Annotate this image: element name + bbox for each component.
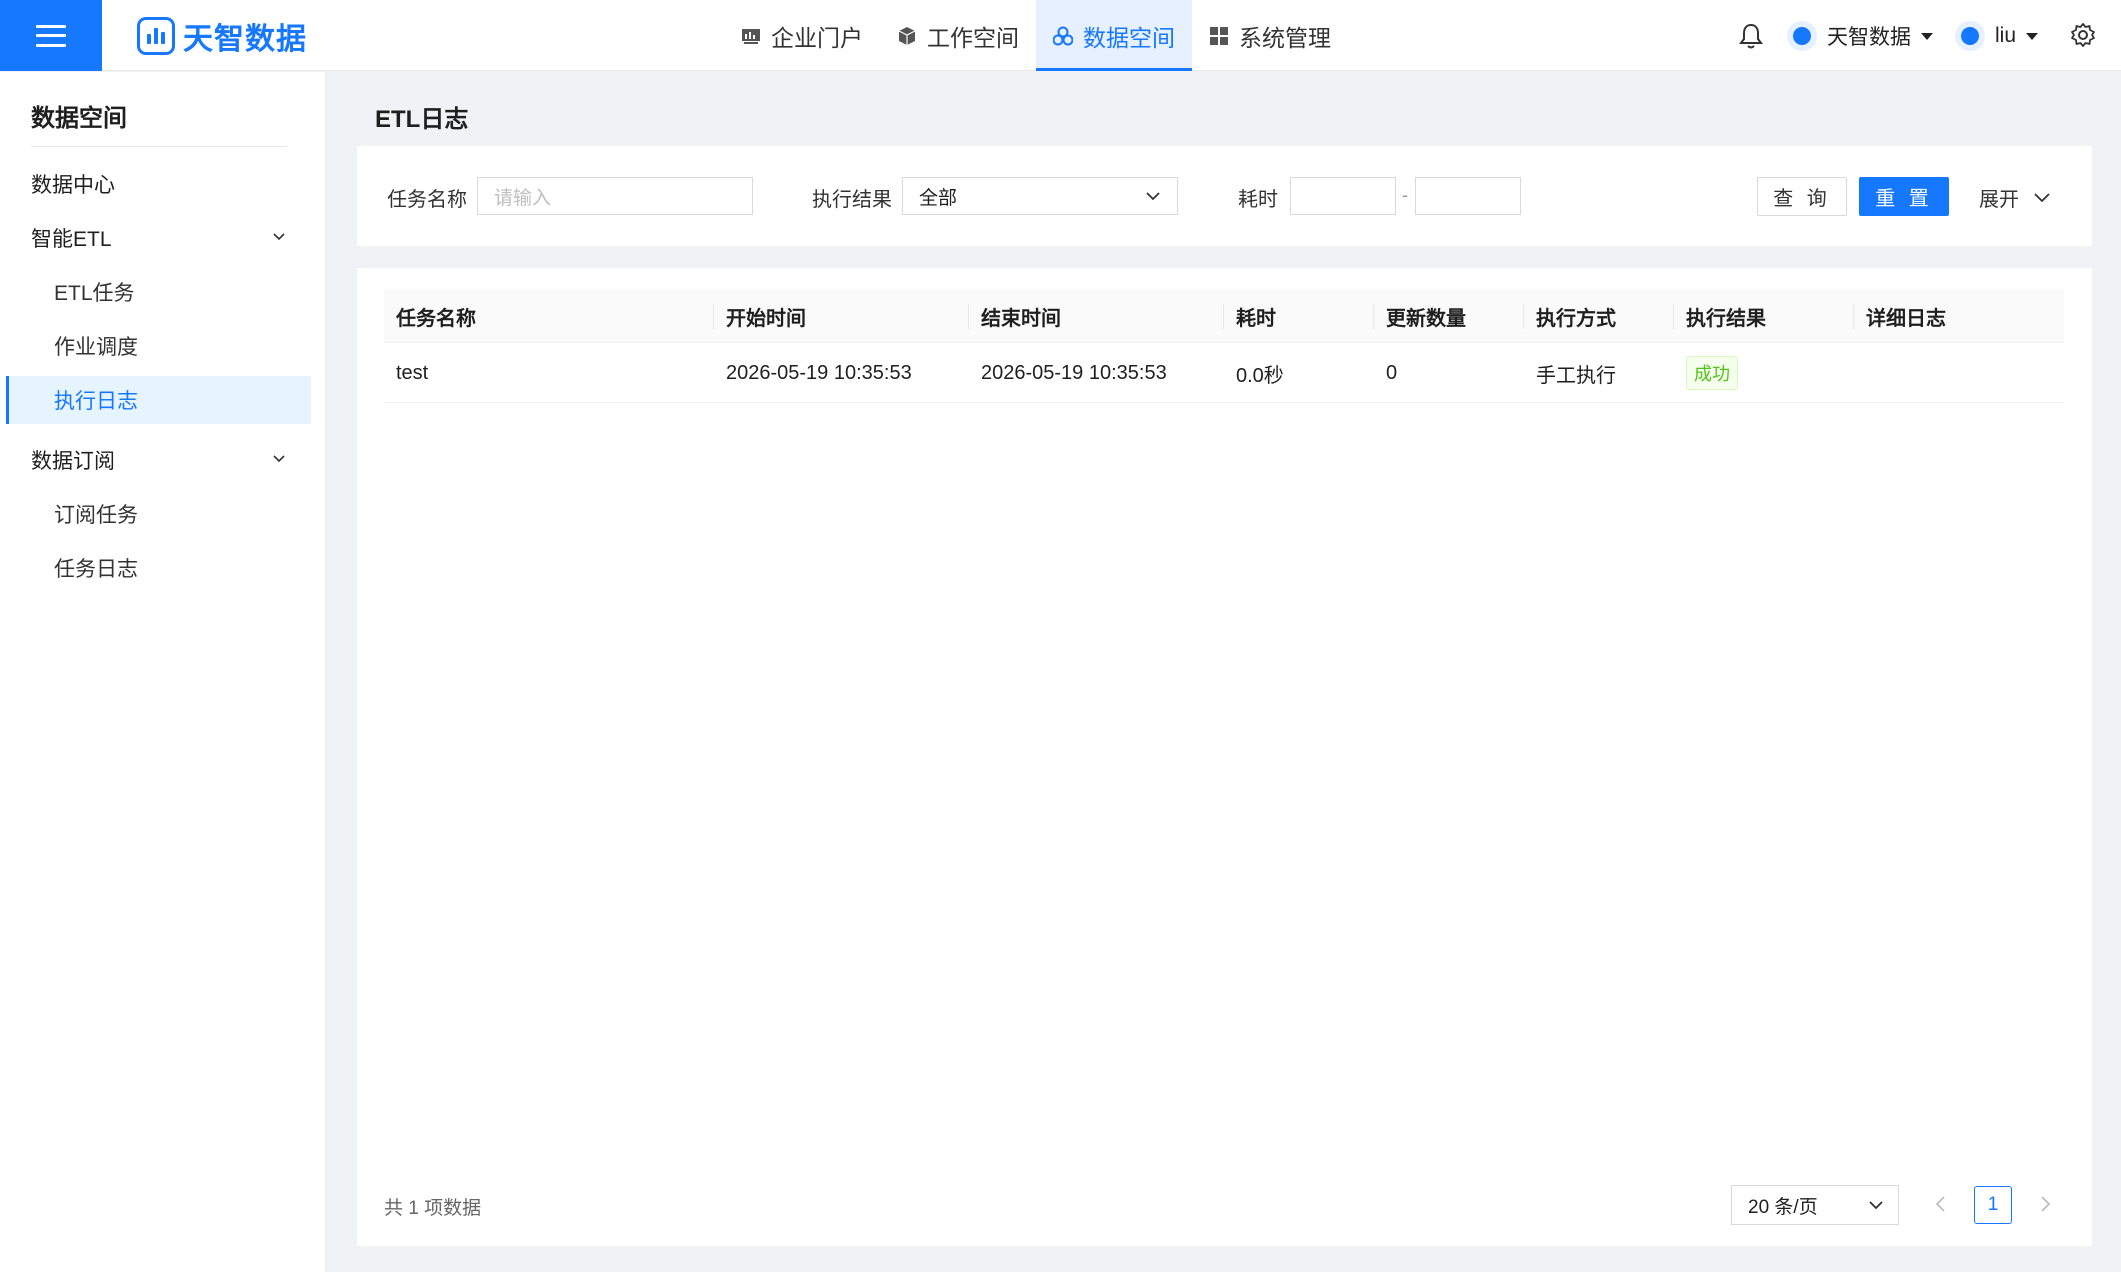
sidebar-item-label: 订阅任务 bbox=[54, 504, 138, 527]
nav-label: 系统管理 bbox=[1239, 24, 1331, 51]
cell-update-count: 0 bbox=[1386, 361, 1398, 384]
cell-duration: 0.0秒 bbox=[1236, 364, 1284, 387]
task-name-label: 任务名称 bbox=[387, 189, 467, 211]
nav-data-space[interactable]: 数据空间 bbox=[1036, 0, 1192, 71]
sidebar-item-data-subscription[interactable]: 数据订阅 bbox=[0, 436, 326, 484]
nav-system-admin[interactable]: 系统管理 bbox=[1192, 0, 1348, 71]
chevron-down-icon bbox=[1146, 192, 1160, 201]
duration-max-input[interactable] bbox=[1415, 177, 1521, 215]
page-size-select[interactable]: 20 条/页 bbox=[1731, 1185, 1899, 1225]
column-header: 耗时 bbox=[1236, 308, 1276, 330]
user-menu[interactable]: liu bbox=[1955, 20, 2039, 52]
page-number-current[interactable]: 1 bbox=[1974, 1186, 2012, 1224]
sidebar-item-label: 数据订阅 bbox=[31, 450, 115, 473]
chevron-down-icon bbox=[1869, 1201, 1883, 1210]
tenant-avatar-icon bbox=[1787, 21, 1817, 51]
result-select-value: 全部 bbox=[919, 187, 958, 209]
chart-board-icon bbox=[742, 28, 760, 44]
sidebar-item-smart-etl[interactable]: 智能ETL bbox=[0, 214, 326, 262]
nav-label: 企业门户 bbox=[771, 24, 863, 51]
chevron-right-icon[interactable] bbox=[2035, 1193, 2055, 1215]
column-header: 更新数量 bbox=[1386, 308, 1466, 330]
user-avatar-icon bbox=[1955, 21, 1985, 51]
expand-label: 展开 bbox=[1979, 189, 2019, 211]
tenant-name: 天智数据 bbox=[1827, 26, 1911, 49]
sidebar-item-job-schedule[interactable]: 作业调度 bbox=[0, 322, 326, 370]
reset-button[interactable]: 重 置 bbox=[1859, 177, 1949, 216]
log-table-panel: 任务名称 开始时间 结束时间 耗时 更新数量 执行方式 执行结果 详细日志 te… bbox=[357, 268, 2092, 1246]
duration-label: 耗时 bbox=[1238, 189, 1278, 211]
caret-down-icon bbox=[2026, 32, 2039, 40]
result-label: 执行结果 bbox=[812, 189, 892, 211]
nav-workspace[interactable]: 工作空间 bbox=[880, 0, 1036, 71]
sidebar-item-label: 任务日志 bbox=[54, 558, 138, 581]
column-header: 开始时间 bbox=[726, 308, 806, 330]
cell-detail-log[interactable] bbox=[1854, 343, 1866, 403]
nav-label: 数据空间 bbox=[1083, 24, 1175, 51]
menu-toggle-button[interactable] bbox=[0, 0, 102, 71]
cell-end-time: 2026-05-19 10:35:53 bbox=[981, 361, 1167, 384]
sidebar-item-label: ETL任务 bbox=[54, 282, 135, 305]
sidebar-divider bbox=[31, 146, 287, 147]
table-header: 任务名称 开始时间 结束时间 耗时 更新数量 执行方式 执行结果 详细日志 bbox=[384, 290, 2064, 343]
gear-icon[interactable] bbox=[2070, 22, 2096, 48]
caret-down-icon bbox=[1921, 32, 1933, 40]
cluster-icon bbox=[1053, 26, 1073, 45]
column-header: 执行方式 bbox=[1536, 308, 1616, 330]
column-header: 任务名称 bbox=[396, 308, 476, 330]
column-header: 详细日志 bbox=[1866, 308, 1946, 330]
task-name-input[interactable]: 请输入 bbox=[477, 177, 753, 215]
cell-exec-mode: 手工执行 bbox=[1536, 364, 1616, 387]
status-badge: 成功 bbox=[1686, 356, 1738, 390]
page-title: ETL日志 bbox=[375, 106, 469, 133]
sidebar-item-etl-task[interactable]: ETL任务 bbox=[0, 268, 326, 316]
user-name: liu bbox=[1995, 24, 2017, 47]
bell-icon[interactable] bbox=[1738, 22, 1764, 50]
nav-enterprise-portal[interactable]: 企业门户 bbox=[724, 0, 880, 71]
filter-panel: 任务名称 请输入 执行结果 全部 耗时 - 查 询 重 置 展开 bbox=[357, 146, 2092, 246]
logo-icon bbox=[137, 17, 175, 55]
query-button[interactable]: 查 询 bbox=[1757, 177, 1847, 216]
top-navigation: 企业门户 工作空间 数据空间 系统管理 bbox=[724, 0, 1348, 71]
grid-icon bbox=[1210, 26, 1228, 45]
sidebar: 数据空间 数据中心 智能ETL ETL任务 作业调度 执行日志 数据订阅 订阅任… bbox=[0, 72, 326, 1272]
sidebar-item-label: 作业调度 bbox=[54, 336, 138, 359]
cell-task-name: test bbox=[396, 361, 429, 384]
cube-icon bbox=[898, 26, 916, 45]
sidebar-item-data-center[interactable]: 数据中心 bbox=[0, 160, 326, 208]
total-count: 共 1 项数据 bbox=[384, 1198, 482, 1219]
sidebar-title: 数据空间 bbox=[31, 105, 127, 132]
expand-toggle[interactable]: 展开 bbox=[1979, 183, 2051, 212]
sidebar-item-label: 执行日志 bbox=[54, 390, 138, 413]
cell-result: 成功 bbox=[1674, 343, 1738, 403]
cell-start-time: 2026-05-19 10:35:53 bbox=[726, 361, 912, 384]
chevron-left-icon[interactable] bbox=[1931, 1193, 1951, 1215]
duration-separator: - bbox=[1402, 185, 1408, 205]
sidebar-item-label: 智能ETL bbox=[31, 228, 112, 251]
chevron-down-icon bbox=[273, 455, 285, 463]
sidebar-item-task-log[interactable]: 任务日志 bbox=[0, 544, 326, 592]
nav-label: 工作空间 bbox=[927, 24, 1019, 51]
chevron-down-icon bbox=[273, 233, 285, 241]
page-size-value: 20 条/页 bbox=[1748, 1196, 1818, 1218]
result-select[interactable]: 全部 bbox=[902, 177, 1178, 215]
hamburger-icon bbox=[36, 24, 66, 47]
duration-min-input[interactable] bbox=[1290, 177, 1396, 215]
top-bar: 天智数据 企业门户 工作空间 数据空间 系统管理 天智数据 liu bbox=[0, 0, 2121, 71]
table-row[interactable]: test 2026-05-19 10:35:53 2026-05-19 10:3… bbox=[384, 343, 2064, 403]
sidebar-item-label: 数据中心 bbox=[31, 174, 115, 197]
task-name-placeholder: 请输入 bbox=[494, 187, 552, 209]
tenant-switcher[interactable]: 天智数据 bbox=[1787, 20, 1933, 52]
logo-text: 天智数据 bbox=[183, 23, 307, 56]
sidebar-item-subscription-task[interactable]: 订阅任务 bbox=[0, 490, 326, 538]
chevron-down-icon bbox=[2034, 192, 2050, 202]
column-header: 结束时间 bbox=[981, 308, 1061, 330]
app-logo[interactable]: 天智数据 bbox=[137, 14, 307, 58]
sidebar-item-execution-log[interactable]: 执行日志 bbox=[6, 376, 311, 424]
column-header: 执行结果 bbox=[1686, 308, 1766, 330]
